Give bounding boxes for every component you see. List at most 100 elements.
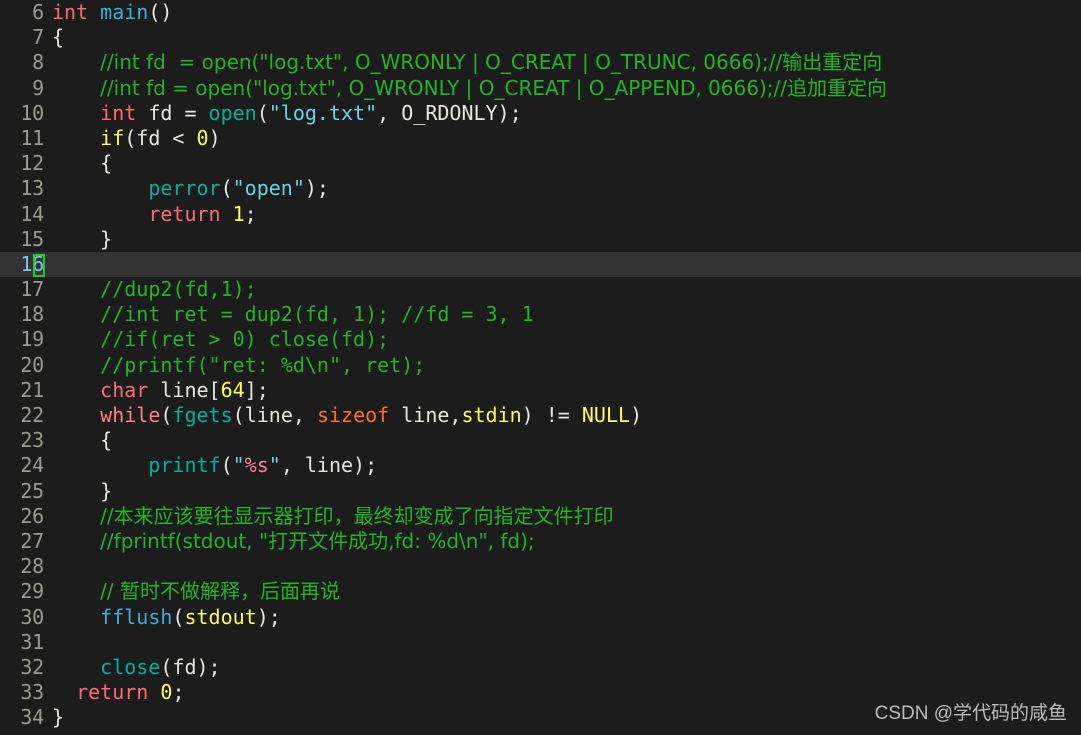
code-line[interactable]: 29 // 暂时不做解释，后面再说 (0, 579, 1081, 604)
code-token: ( (172, 604, 185, 629)
code-token: { (52, 25, 65, 50)
code-token: (line, (232, 403, 317, 427)
code-token: return (76, 680, 149, 705)
code-token: { (100, 151, 113, 176)
code-token: (fd); (160, 654, 221, 679)
code-token: printf (148, 453, 221, 478)
code-token: int (100, 100, 137, 125)
code-token: //本来应该要往显示器打印，最终却变成了向指定文件打印 (100, 503, 614, 528)
line-number: 31 (20, 629, 44, 654)
code-line-text: if(fd < 0) (52, 125, 221, 151)
line-number: 7 (32, 25, 44, 50)
code-token: 0 (160, 680, 173, 705)
code-token: ); (497, 100, 522, 125)
code-token: () (148, 0, 173, 24)
code-line[interactable]: 22 while(fgets(line, sizeof line,stdin) … (0, 403, 1081, 428)
code-line[interactable]: 15 } (0, 227, 1081, 252)
code-line[interactable]: 26 //本来应该要往显示器打印，最终却变成了向指定文件打印 (0, 504, 1081, 529)
code-token: 1 (232, 201, 245, 226)
code-token: " (232, 453, 245, 478)
code-token: ( (256, 100, 269, 125)
line-number: 26 (20, 503, 44, 528)
code-line[interactable]: 8 //int fd = open("log.txt", O_WRONLY | … (0, 50, 1081, 75)
code-token: ) (630, 403, 643, 427)
code-line[interactable]: 14 return 1; (0, 202, 1081, 227)
code-token: open (208, 100, 257, 125)
code-line[interactable]: 24 printf("%s", line); (0, 453, 1081, 478)
line-number: 13 (20, 176, 44, 201)
code-token: ); (256, 604, 281, 629)
line-number: 17 (20, 277, 44, 302)
code-editor[interactable]: 6 int main() 7{8 //int fd = open("log.txt"… (0, 0, 1081, 735)
code-line[interactable]: 32 close(fd); (0, 655, 1081, 680)
line-number: 14 (20, 201, 44, 226)
code-token: NULL (581, 403, 631, 427)
code-token: ); (304, 176, 329, 201)
code-token: "log.txt" (268, 100, 378, 125)
code-token: , line); (280, 453, 378, 478)
code-line[interactable]: 23 { (0, 428, 1081, 453)
code-line-text: //printf("ret: %d\n", ret); (52, 353, 425, 378)
code-token: fgets (172, 403, 233, 427)
line-number: 20 (20, 352, 44, 377)
code-line[interactable]: 13 perror("open"); (0, 176, 1081, 201)
code-token: perror (148, 176, 221, 201)
code-line[interactable]: 21 char line[64]; (0, 378, 1081, 403)
code-line[interactable]: 10 int fd = open("log.txt", O_RDONLY); (0, 101, 1081, 126)
code-token: fflush (100, 604, 173, 629)
code-line[interactable]: 17 //dup2(fd,1); (0, 277, 1081, 302)
code-token: ) (208, 125, 221, 150)
line-number: 21 (20, 377, 44, 402)
code-token: //fprintf(stdout, "打开文件成功,fd: %d\n", fd)… (100, 528, 535, 553)
code-line[interactable]: 16 (0, 251, 1081, 278)
code-line[interactable]: 27 //fprintf(stdout, "打开文件成功,fd: %d\n", … (0, 529, 1081, 554)
code-line[interactable]: 28 (0, 554, 1081, 579)
code-token: } (100, 478, 113, 503)
code-line[interactable]: 20 //printf("ret: %d\n", ret); (0, 353, 1081, 378)
code-token: ( (160, 403, 173, 427)
code-line-text: } (52, 227, 112, 252)
code-line-text: //fprintf(stdout, "打开文件成功,fd: %d\n", fd)… (52, 528, 535, 554)
code-line-text: return 1; (52, 201, 256, 227)
code-line[interactable]: 7{ (0, 25, 1081, 50)
line-number: 28 (20, 554, 44, 579)
line-number: 18 (20, 302, 44, 327)
line-number: 15 (20, 226, 44, 251)
code-line-text: } (52, 479, 112, 504)
line-number: 16 (20, 251, 44, 276)
code-token: //printf("ret: %d\n", ret); (100, 352, 426, 377)
line-number: 6 (32, 0, 44, 24)
code-line[interactable]: 19 //if(ret > 0) close(fd); (0, 327, 1081, 352)
code-line[interactable]: 6 int main() (0, 0, 1081, 25)
code-line-text: //dup2(fd,1); (52, 277, 257, 302)
line-number: 34 (20, 705, 44, 730)
code-token: //dup2(fd,1); (100, 277, 257, 302)
code-line[interactable]: 30 fflush(stdout); (0, 605, 1081, 630)
line-number: 33 (20, 680, 44, 705)
code-token: return (148, 201, 221, 226)
code-line[interactable]: 9 //int fd = open("log.txt", O_WRONLY | … (0, 76, 1081, 101)
line-number: 24 (20, 453, 44, 478)
code-line-text: int main() (52, 0, 172, 25)
code-line[interactable]: 25 } (0, 479, 1081, 504)
code-token: O_RDONLY (401, 100, 498, 125)
code-line[interactable]: 18 //int ret = dup2(fd, 1); //fd = 3, 1 (0, 302, 1081, 327)
code-token: stdin (461, 403, 522, 427)
line-number: 25 (20, 478, 44, 503)
code-line-text: int fd = open("log.txt", O_RDONLY); (52, 100, 522, 126)
csdn-watermark: CSDN @学代码的咸鱼 (874, 703, 1067, 724)
code-line-text: { (52, 151, 112, 176)
code-token: //int fd = open("log.txt", O_WRONLY | O_… (100, 50, 883, 75)
line-number: 8 (32, 50, 44, 75)
code-token: //int fd = open("log.txt", O_WRONLY | O_… (100, 75, 887, 100)
code-line[interactable]: 31 (0, 630, 1081, 655)
line-number: 23 (20, 428, 44, 453)
code-line-text: //int ret = dup2(fd, 1); //fd = 3, 1 (52, 302, 533, 327)
line-number: 10 (20, 100, 44, 125)
code-line[interactable]: 12 { (0, 151, 1081, 176)
code-line-text: while(fgets(line, sizeof line,stdin) != … (52, 403, 642, 428)
code-token: sizeof (316, 403, 390, 427)
code-line[interactable]: 11 if(fd < 0) (0, 126, 1081, 151)
code-token: } (52, 705, 65, 730)
